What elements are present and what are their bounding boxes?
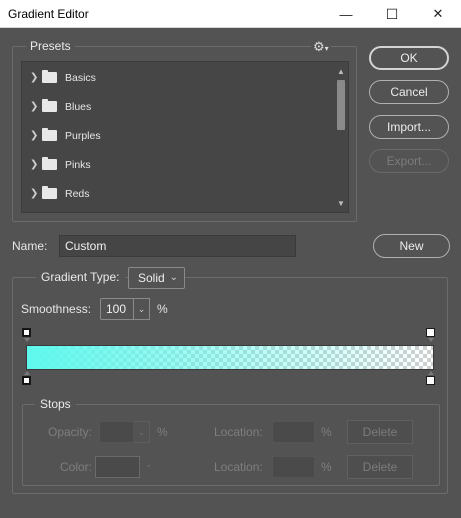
smoothness-value: 100 (106, 302, 127, 316)
color-delete-label: Delete (362, 460, 398, 474)
preset-folder-row[interactable]: ❯ Pinks (22, 150, 334, 179)
smoothness-field[interactable]: 100 (100, 298, 134, 320)
presets-label: Presets (26, 39, 75, 53)
preset-folder-row[interactable]: ❯ Reds (22, 179, 334, 208)
chevron-right-icon[interactable]: ❯ (30, 72, 38, 83)
chevron-right-icon[interactable]: ❯ (30, 159, 38, 170)
minimize-icon: — (339, 6, 353, 22)
export-button-label: Export... (386, 154, 432, 168)
folder-icon (42, 128, 57, 141)
new-button-label: New (399, 239, 424, 253)
opacity-stop-right[interactable] (426, 328, 435, 337)
chevron-right-icon[interactable]: ❯ (30, 188, 38, 199)
preset-folder-row[interactable]: ❯ Basics (22, 63, 334, 92)
preset-folder-label: Blues (65, 100, 92, 113)
opacity-stop-right-tick (428, 338, 434, 342)
scroll-thumb[interactable] (337, 80, 345, 130)
gradient-type-label: Gradient Type: (36, 270, 125, 284)
color-location-field[interactable] (272, 456, 315, 478)
chevron-down-icon: ⌄ (169, 272, 178, 283)
ok-button[interactable]: OK (369, 46, 449, 70)
minimize-button[interactable]: — (323, 0, 369, 28)
folder-icon (42, 99, 57, 112)
name-label: Name: (12, 239, 48, 253)
maximize-button[interactable]: ☐ (369, 0, 415, 28)
gradient-type-dropdown[interactable]: Solid ⌄ (128, 267, 185, 289)
smoothness-label: Smoothness: (21, 302, 92, 316)
color-stop-right[interactable] (426, 376, 435, 385)
import-button[interactable]: Import... (369, 115, 449, 139)
stop-opacity-stepper[interactable]: ⌄ (134, 421, 150, 443)
color-stop-right-tick (428, 371, 434, 375)
color-location-unit: % (321, 460, 332, 474)
gradient-preview-bar[interactable] (26, 345, 434, 370)
scroll-down-icon[interactable]: ▼ (334, 196, 348, 210)
cancel-button[interactable]: Cancel (369, 80, 449, 104)
gradient-type-value: Solid (138, 271, 165, 285)
chevron-right-icon[interactable]: ❯ (30, 101, 38, 112)
title-bar: Gradient Editor — ☐ ✕ (0, 0, 461, 28)
ok-button-label: OK (400, 51, 418, 65)
opacity-location-field[interactable] (272, 421, 315, 443)
opacity-delete-label: Delete (362, 425, 398, 439)
preset-folder-row[interactable]: ❯ Blues (22, 92, 334, 121)
opacity-stop-left-tick (24, 338, 30, 342)
preset-folder-label: Basics (65, 71, 96, 84)
smoothness-stepper[interactable]: ⌄ (134, 298, 150, 320)
close-icon: ✕ (432, 6, 444, 21)
stop-color-label: Color: (60, 460, 93, 474)
preset-folder-label: Purples (65, 129, 101, 142)
new-button[interactable]: New (373, 234, 450, 258)
folder-icon (42, 157, 57, 170)
chevron-down-icon: ⌄ (137, 303, 146, 314)
import-button-label: Import... (386, 120, 431, 134)
preset-scrollbar[interactable]: ▲ ▼ (334, 62, 348, 212)
color-delete-button[interactable]: Delete (347, 455, 413, 479)
opacity-location-label: Location: (214, 425, 263, 439)
presets-settings-icon[interactable]: ⚙▾ (311, 39, 331, 55)
stop-opacity-label: Opacity: (48, 425, 93, 439)
cancel-button-label: Cancel (390, 85, 428, 99)
name-field[interactable]: Custom (59, 235, 296, 257)
color-stop-left-tick (24, 371, 30, 375)
stop-opacity-field[interactable] (99, 421, 134, 443)
scroll-up-icon[interactable]: ▲ (334, 64, 348, 78)
preset-folder-label: Pinks (65, 158, 91, 171)
color-stop-left[interactable] (22, 376, 31, 385)
opacity-delete-button[interactable]: Delete (347, 420, 413, 444)
color-location-label: Location: (214, 460, 263, 474)
chevron-down-icon: ⌄ (137, 426, 146, 437)
preset-folder-row[interactable]: ❯ Purples (22, 121, 334, 150)
opacity-stop-left[interactable] (22, 328, 31, 337)
smoothness-unit: % (157, 302, 168, 316)
stop-opacity-unit: % (157, 425, 168, 439)
stops-label: Stops (35, 397, 76, 411)
preset-list[interactable]: ❯ Basics ❯ Blues ❯ Purples ❯ Pinks ❯ Red… (21, 61, 349, 213)
chevron-down-icon: ⌄ (145, 459, 153, 469)
export-button[interactable]: Export... (369, 149, 449, 173)
close-button[interactable]: ✕ (415, 0, 461, 28)
preset-folder-label: Reds (65, 187, 90, 200)
window-title: Gradient Editor (8, 7, 89, 21)
folder-icon (42, 186, 57, 199)
name-field-value: Custom (65, 239, 107, 253)
maximize-icon: ☐ (385, 5, 399, 22)
chevron-right-icon[interactable]: ❯ (30, 130, 38, 141)
opacity-location-unit: % (321, 425, 332, 439)
folder-icon (42, 70, 57, 83)
stop-color-swatch[interactable] (95, 456, 140, 478)
